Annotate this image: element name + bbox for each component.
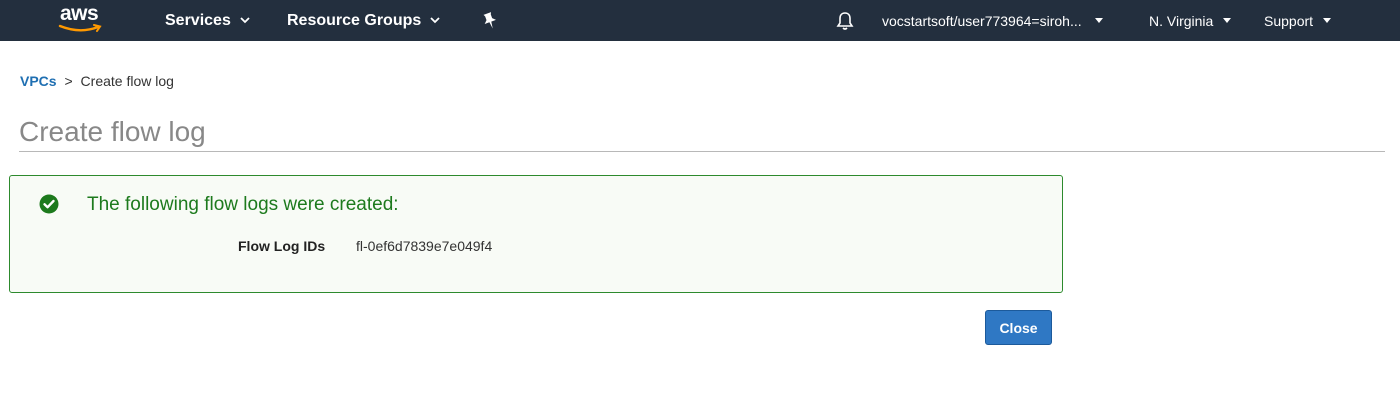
chevron-down-icon xyxy=(430,17,440,24)
resource-groups-menu[interactable]: Resource Groups xyxy=(287,0,440,41)
close-button[interactable]: Close xyxy=(985,310,1052,345)
page-title: Create flow log xyxy=(19,116,206,147)
aws-smile-icon xyxy=(58,24,102,32)
aws-logo-text: aws xyxy=(60,2,99,25)
breadcrumb-separator: > xyxy=(64,73,73,89)
top-navigation-bar: aws Services Resource Groups vocstartsof… xyxy=(0,0,1400,41)
bell-icon xyxy=(836,11,854,30)
caret-down-icon xyxy=(1323,18,1332,23)
check-circle-icon xyxy=(39,194,59,214)
account-label: vocstartsoft/user773964=siroh... xyxy=(882,12,1082,29)
caret-down-icon xyxy=(1094,18,1103,23)
support-menu[interactable]: Support xyxy=(1264,0,1332,41)
breadcrumb-link-vpcs[interactable]: VPCs xyxy=(20,73,57,89)
resource-groups-label: Resource Groups xyxy=(287,11,422,29)
pin-icon xyxy=(483,11,496,29)
account-menu[interactable]: vocstartsoft/user773964=siroh... xyxy=(882,0,1103,41)
breadcrumb-current: Create flow log xyxy=(80,73,174,89)
aws-logo[interactable]: aws xyxy=(58,2,108,36)
caret-down-icon xyxy=(1223,18,1232,23)
success-alert: The following flow logs were created: Fl… xyxy=(9,175,1063,293)
success-message: The following flow logs were created: xyxy=(87,194,399,215)
breadcrumb: VPCs > Create flow log xyxy=(20,73,174,89)
pin-button[interactable] xyxy=(482,0,498,41)
region-label: N. Virginia xyxy=(1149,12,1214,29)
flow-log-ids-value: fl-0ef6d7839e7e049f4 xyxy=(356,238,493,254)
chevron-down-icon xyxy=(240,17,250,24)
services-menu[interactable]: Services xyxy=(165,0,250,41)
services-label: Services xyxy=(165,11,231,29)
title-divider xyxy=(19,151,1385,152)
flow-log-ids-label: Flow Log IDs xyxy=(238,238,326,254)
notifications-button[interactable] xyxy=(836,0,854,41)
region-menu[interactable]: N. Virginia xyxy=(1149,0,1232,41)
support-label: Support xyxy=(1264,12,1314,29)
